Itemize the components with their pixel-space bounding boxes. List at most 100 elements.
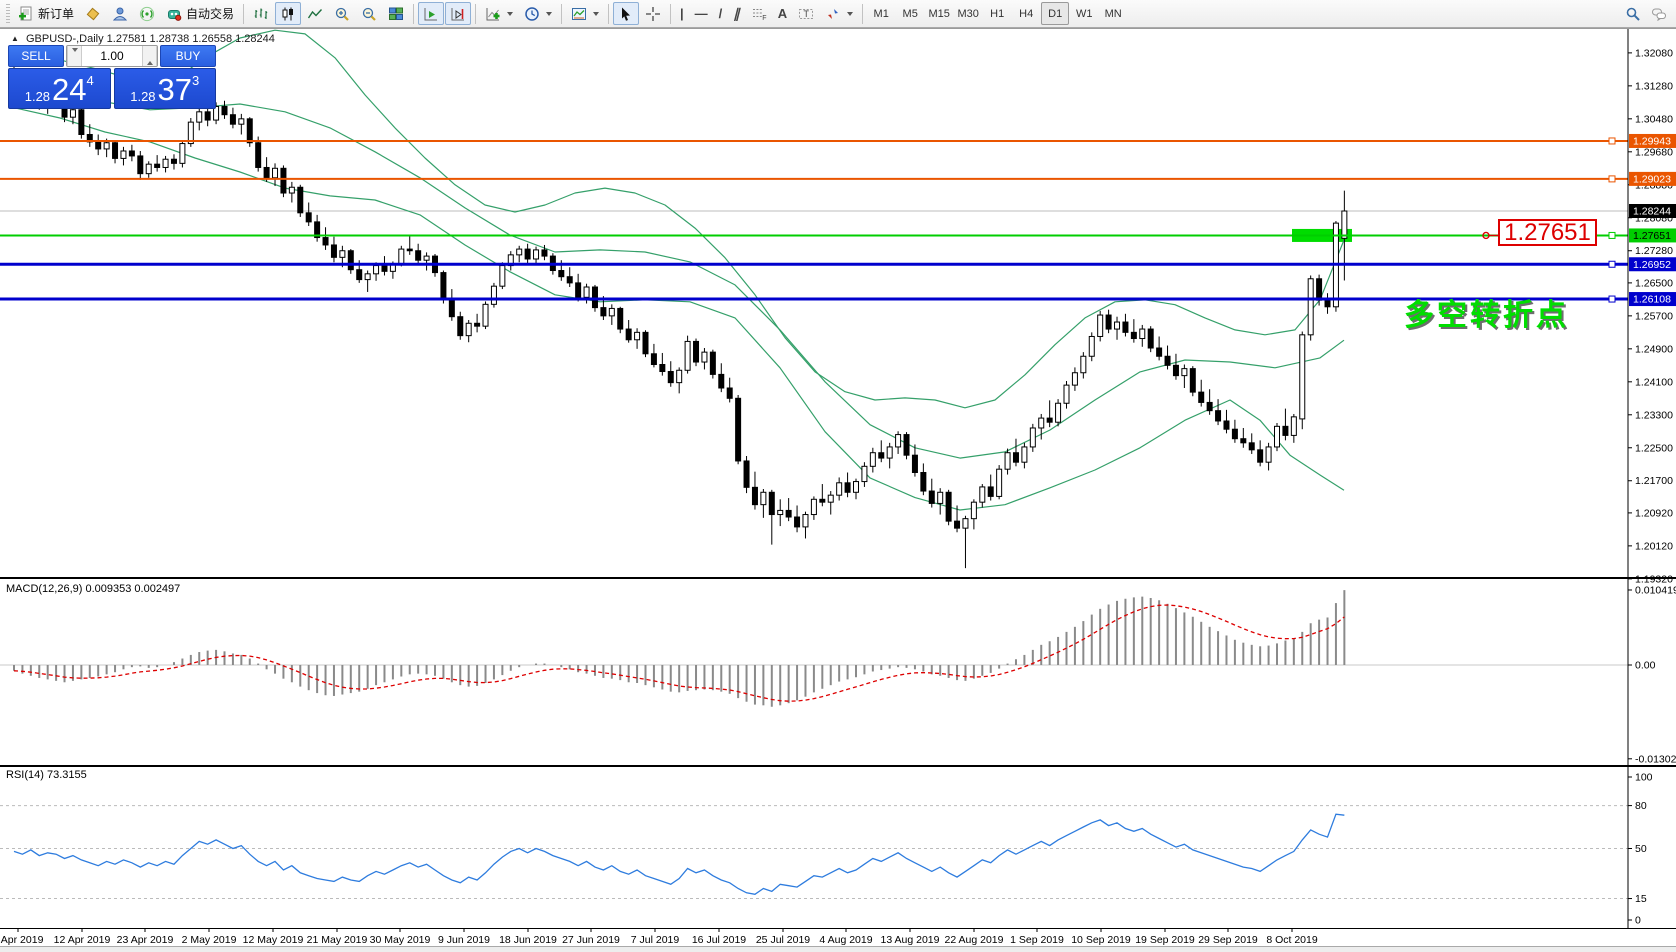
chart-symbol-title: GBPUSD-,Daily 1.27581 1.28738 1.26558 1.… (26, 33, 275, 45)
signals-button[interactable] (134, 2, 160, 25)
tab-w1[interactable]: W1 (1070, 2, 1098, 25)
arrows-tool-button[interactable] (820, 2, 858, 25)
toolbar-separator (413, 3, 415, 24)
candle-chart-icon (282, 7, 294, 20)
gold-document-icon (86, 7, 100, 20)
chart-shift-button[interactable] (445, 2, 472, 25)
candle-chart-button[interactable] (275, 2, 302, 25)
volume-increase-button[interactable] (142, 46, 157, 66)
add-indicator-caret-icon (507, 11, 514, 16)
svg-text:7 Jul 2019: 7 Jul 2019 (631, 934, 680, 946)
crosshair-tool-button[interactable] (640, 2, 666, 25)
template-button[interactable] (566, 2, 604, 25)
svg-text:1.21700: 1.21700 (1635, 475, 1673, 487)
svg-text:1.30480: 1.30480 (1635, 113, 1673, 125)
auto-scroll-button[interactable] (418, 2, 445, 25)
volume-stepper (66, 45, 158, 67)
tab-m5[interactable]: M5 (896, 2, 924, 25)
svg-text:4 Aug 2019: 4 Aug 2019 (819, 934, 872, 946)
trendline-tool-button[interactable]: / (714, 2, 728, 25)
chat-icon (1652, 8, 1666, 21)
svg-text:1.29023: 1.29023 (1633, 173, 1671, 185)
search-button[interactable] (1620, 2, 1646, 25)
svg-text:0.010419: 0.010419 (1635, 584, 1676, 596)
toolbar-separator (608, 3, 610, 24)
fibonacci-tool-button[interactable]: F (746, 2, 772, 25)
cursor-tool-button[interactable] (613, 2, 640, 25)
add-indicator-button[interactable] (480, 2, 518, 25)
svg-text:1 Sep 2019: 1 Sep 2019 (1010, 934, 1064, 946)
svg-text:F: F (762, 15, 766, 22)
tab-h4[interactable]: H4 (1012, 2, 1040, 25)
zoom-out-icon (362, 7, 376, 21)
svg-text:1.29680: 1.29680 (1635, 146, 1673, 158)
volume-decrease-button[interactable] (67, 46, 82, 66)
horizontal-line-tool-button[interactable]: — (690, 2, 713, 25)
svg-text:1.31280: 1.31280 (1635, 80, 1673, 92)
mt5-window: 新订单 自动交易 | — / ∥ F A T M1 M5 M15 M30 H1 … (0, 0, 1676, 952)
tab-mn[interactable]: MN (1099, 2, 1127, 25)
new-order-button[interactable]: 新订单 (13, 2, 79, 25)
svg-text:16 Jul 2019: 16 Jul 2019 (692, 934, 746, 946)
zoom-out-button[interactable] (356, 2, 382, 25)
label-tool-button[interactable]: T (793, 2, 819, 25)
svg-text:0.00: 0.00 (1635, 660, 1656, 672)
svg-text:12 May 2019: 12 May 2019 (243, 934, 304, 946)
period-button[interactable] (519, 2, 557, 25)
svg-text:50: 50 (1635, 843, 1647, 855)
svg-text:19 Sep 2019: 19 Sep 2019 (1135, 934, 1195, 946)
chat-button[interactable] (1646, 2, 1672, 25)
bar-chart-button[interactable] (248, 2, 274, 25)
text-tool-button[interactable]: A (773, 2, 792, 25)
buy-price-prefix: 1.28 (130, 89, 156, 104)
buy-button[interactable]: BUY (160, 45, 216, 67)
tab-h1[interactable]: H1 (983, 2, 1011, 25)
pivot-annotation[interactable]: 多空转折点 (1404, 290, 1569, 334)
chart-canvas[interactable]: 1.320801.312801.304801.296801.288801.280… (0, 28, 1676, 952)
svg-text:100: 100 (1635, 772, 1653, 784)
template-caret-icon (593, 11, 600, 16)
volume-input[interactable] (82, 46, 142, 66)
svg-text:27 Jun 2019: 27 Jun 2019 (562, 934, 620, 946)
tab-m30[interactable]: M30 (954, 2, 982, 25)
svg-text:80: 80 (1635, 800, 1647, 812)
period-caret-icon (546, 11, 553, 16)
rsi-pane-label: RSI(14) 73.3155 (6, 769, 87, 781)
sell-price[interactable]: 1.28 24 4 (8, 68, 111, 109)
svg-text:1.26952: 1.26952 (1633, 259, 1671, 271)
zoom-in-button[interactable] (329, 2, 355, 25)
channel-tool-button[interactable]: ∥ (728, 2, 745, 25)
sell-price-pip: 4 (86, 73, 94, 88)
toolbar-separator (243, 3, 245, 24)
algo-trading-label: 自动交易 (186, 7, 235, 21)
tab-m15[interactable]: M15 (925, 2, 953, 25)
chart-window-button[interactable] (80, 2, 106, 25)
tab-d1[interactable]: D1 (1041, 2, 1070, 25)
panel-collapse-toggle[interactable]: ▲ (11, 34, 19, 43)
svg-text:3 Apr 2019: 3 Apr 2019 (0, 934, 44, 946)
svg-text:2 May 2019: 2 May 2019 (182, 934, 237, 946)
tab-m1[interactable]: M1 (867, 2, 895, 25)
svg-text:1.26500: 1.26500 (1635, 277, 1673, 289)
algo-trading-button[interactable]: 自动交易 (161, 2, 239, 25)
new-order-label: 新订单 (38, 7, 75, 21)
line-chart-button[interactable] (302, 2, 328, 25)
trade-panel-header: SELL BUY (8, 45, 216, 67)
svg-text:15: 15 (1635, 893, 1647, 905)
spin-down-icon (71, 47, 78, 61)
svg-text:1.27280: 1.27280 (1635, 245, 1673, 257)
sell-button[interactable]: SELL (8, 45, 64, 67)
svg-text:23 Apr 2019: 23 Apr 2019 (117, 934, 174, 946)
tile-windows-button[interactable] (383, 2, 409, 25)
price-level-callout[interactable]: 1.27651 (1498, 219, 1597, 246)
arrows-tool-icon (828, 8, 839, 19)
buy-price[interactable]: 1.28 37 3 (113, 68, 216, 109)
horizontal-line-icon: — (694, 5, 708, 21)
chart-shift-icon (451, 7, 465, 20)
vertical-line-tool-button[interactable]: | (675, 2, 689, 25)
buy-price-pip: 3 (192, 73, 200, 88)
svg-text:30 May 2019: 30 May 2019 (370, 934, 431, 946)
search-icon (1626, 7, 1640, 21)
profile-button[interactable] (107, 2, 133, 25)
trade-panel-quotes: 1.28 24 4 1.28 37 3 (8, 68, 216, 109)
